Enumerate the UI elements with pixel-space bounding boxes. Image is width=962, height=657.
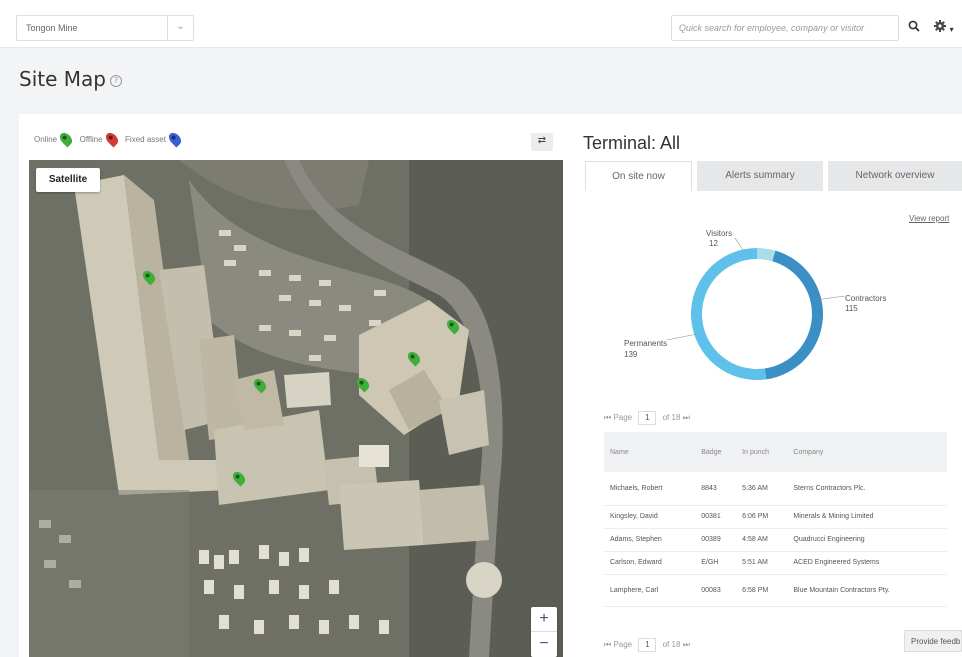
- zoom-out-button[interactable]: −: [531, 632, 557, 657]
- last-page-icon[interactable]: ⏭: [683, 640, 690, 649]
- page-label: Page: [613, 413, 633, 423]
- site-selector-value: Tongon Mine: [26, 23, 78, 33]
- gear-icon[interactable]: ▾: [934, 15, 962, 41]
- tab-alerts-summary[interactable]: Alerts summary: [697, 161, 823, 191]
- question-circle-icon[interactable]: ?: [109, 74, 122, 87]
- first-page-icon[interactable]: ⏮: [604, 640, 611, 649]
- visitors-leader-line: [734, 237, 744, 251]
- cell-in-punch: 5:51 AM: [736, 551, 788, 575]
- terminal-title: Terminal: All: [583, 133, 681, 153]
- first-page-icon[interactable]: ⏮: [604, 413, 611, 422]
- pager-bottom: ⏮ Page 1 of 18 ⏭: [604, 638, 690, 652]
- legend-online-label: Online: [34, 134, 58, 144]
- cell-name: Adams, Stephen: [604, 528, 696, 552]
- table-row[interactable]: Carlson, Edward E/GH 5:51 AM ACED Engine…: [604, 551, 947, 575]
- onsite-table: Name Badge In punch Company Michaels, Ro…: [604, 432, 947, 607]
- visitors-label: Visitors: [706, 229, 732, 238]
- map-legend: Online Offline Fixed asset: [34, 130, 186, 156]
- contractors-label: Contractors: [845, 294, 886, 303]
- zoom-control: + −: [531, 607, 557, 657]
- tab-on-site-now[interactable]: On site now: [585, 161, 692, 191]
- permanents-label: Permanents: [624, 339, 667, 348]
- table-row[interactable]: Michaels, Robert 8843 5:36 AM Sterns Con…: [604, 472, 947, 506]
- cell-name: Carlson, Edward: [604, 551, 696, 575]
- cell-badge: 00083: [695, 574, 737, 607]
- fixed-asset-pin-icon: [166, 130, 184, 148]
- donut-slice-permanents[interactable]: [691, 248, 767, 380]
- cell-company: ACED Engineered Systems: [787, 551, 947, 575]
- offline-pin-icon: [103, 130, 121, 148]
- page-input[interactable]: 1: [638, 411, 657, 425]
- feedback-button[interactable]: Provide feedb: [904, 630, 962, 652]
- last-page-icon[interactable]: ⏭: [683, 413, 690, 422]
- zoom-in-button[interactable]: +: [531, 607, 557, 632]
- cell-badge: E/GH: [695, 551, 737, 575]
- top-bar: Tongon Mine ⌄ Quick search for employee,…: [0, 0, 962, 48]
- cell-company: Sterns Contractors Plc.: [787, 472, 947, 506]
- page-of-label: of 18: [662, 413, 681, 423]
- table-row[interactable]: Lamphere, Carl 00083 6:58 PM Blue Mounta…: [604, 574, 947, 607]
- cell-name: Kingsley, David: [604, 505, 696, 529]
- cell-in-punch: 6:06 PM: [736, 505, 788, 529]
- cell-company: Minerals & Mining Limited: [787, 505, 947, 529]
- onsite-donut-chart: Visitors 12 Contractors 115 Permanents 1…: [624, 229, 886, 380]
- contractors-value: 115: [845, 304, 858, 313]
- permanents-value: 139: [624, 350, 638, 359]
- search-input[interactable]: Quick search for employee, company or vi…: [671, 15, 899, 41]
- terminal-tabs: On site now Alerts summary Network overv…: [585, 161, 962, 191]
- col-name[interactable]: Name: [604, 432, 696, 472]
- table-row[interactable]: Adams, Stephen 00389 4:58 AM Quadrucci E…: [604, 528, 947, 552]
- col-company[interactable]: Company: [787, 432, 947, 472]
- legend-fixed-asset-label: Fixed asset: [125, 134, 166, 144]
- cell-badge: 8843: [695, 472, 737, 506]
- legend-offline-label: Offline: [79, 134, 103, 144]
- cell-name: Michaels, Robert: [604, 472, 696, 506]
- page-label: Page: [613, 640, 633, 650]
- satellite-toggle-button[interactable]: Satellite: [36, 168, 100, 192]
- col-badge[interactable]: Badge: [695, 432, 737, 472]
- page-input[interactable]: 1: [638, 638, 657, 652]
- page-of-label: of 18: [662, 640, 681, 650]
- visitors-value: 12: [709, 239, 718, 248]
- satellite-map[interactable]: [29, 160, 563, 657]
- cell-badge: 00381: [695, 505, 737, 529]
- donut-slice-contractors[interactable]: [764, 250, 823, 380]
- page-title: Site Map?: [19, 67, 122, 91]
- donut-slice-visitors[interactable]: [757, 248, 776, 262]
- cell-in-punch: 4:58 AM: [736, 528, 788, 552]
- search-icon[interactable]: [901, 15, 927, 41]
- online-pin-icon: [57, 130, 75, 148]
- expand-icon[interactable]: ⇄: [531, 133, 553, 151]
- tab-network-overview[interactable]: Network overview: [828, 161, 962, 191]
- chevron-down-icon[interactable]: ⌄: [167, 16, 193, 40]
- cell-name: Lamphere, Carl: [604, 574, 696, 607]
- cell-in-punch: 5:36 AM: [736, 472, 788, 506]
- cell-company: Blue Mountain Contractors Pty.: [787, 574, 947, 607]
- page-title-text: Site Map: [19, 67, 106, 91]
- cell-badge: 00389: [695, 528, 737, 552]
- cell-in-punch: 6:58 PM: [736, 574, 788, 607]
- pager-top: ⏮ Page 1 of 18 ⏭: [604, 411, 690, 425]
- col-in-punch[interactable]: In punch: [736, 432, 788, 472]
- table-row[interactable]: Kingsley, David 00381 6:06 PM Minerals &…: [604, 505, 947, 529]
- site-selector[interactable]: Tongon Mine ⌄: [16, 15, 194, 41]
- map-imagery: [29, 160, 563, 657]
- cell-company: Quadrucci Engineering: [787, 528, 947, 552]
- permanents-leader-line: [666, 333, 698, 341]
